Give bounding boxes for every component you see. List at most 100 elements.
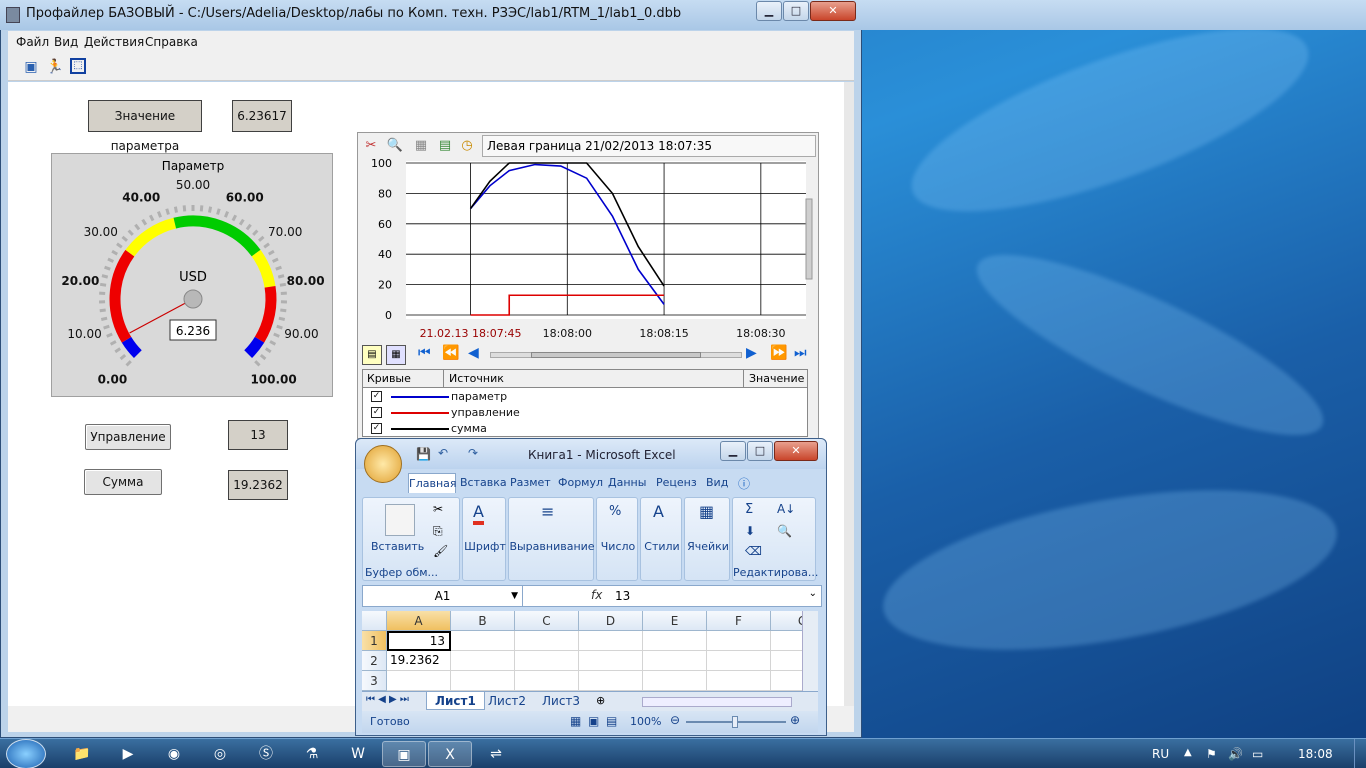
profiler-titlebar[interactable]: Профайлер БАЗОВЫЙ - C:/Users/Adelia/Desk… bbox=[0, 0, 1366, 30]
legend-checkbox[interactable]: ✓ bbox=[371, 423, 382, 434]
help-icon[interactable]: ⓘ bbox=[738, 475, 750, 492]
expand-formula-icon[interactable]: ⌄ bbox=[809, 588, 817, 599]
find-icon[interactable]: 🔍 bbox=[777, 524, 792, 538]
excel-close-button[interactable]: ✕ bbox=[774, 441, 818, 461]
col-header-c[interactable]: C bbox=[515, 611, 579, 631]
excel-titlebar[interactable]: 💾 ↶ ↷ Книга1 - Microsoft Excel ▁ □ ✕ bbox=[356, 439, 826, 483]
tab-data[interactable]: Данны bbox=[608, 473, 646, 493]
redo-icon[interactable]: ↷ bbox=[468, 446, 478, 460]
autosum-icon[interactable]: Σ bbox=[745, 502, 753, 517]
profiler-task-icon[interactable]: ▣ bbox=[382, 741, 426, 767]
tab-layout[interactable]: Размет bbox=[510, 473, 551, 493]
tab-review[interactable]: Реценз bbox=[656, 473, 697, 493]
media-player-icon[interactable]: ▶ bbox=[106, 741, 150, 767]
styles-icon[interactable]: A bbox=[653, 502, 664, 521]
open-book-icon[interactable]: ▣ bbox=[22, 58, 40, 76]
excel-maximize-button[interactable]: □ bbox=[747, 441, 773, 461]
tab-home[interactable]: Главная bbox=[408, 473, 457, 493]
fit-window-icon[interactable]: ⬚ bbox=[70, 58, 86, 74]
grid-off-icon[interactable]: ▦ bbox=[412, 137, 430, 155]
zoom-in-icon[interactable]: ⊕ bbox=[790, 713, 800, 727]
format-painter-icon[interactable]: 🖌 bbox=[433, 544, 448, 558]
skype-icon[interactable]: Ⓢ bbox=[244, 741, 288, 767]
paste-icon[interactable] bbox=[385, 504, 415, 536]
group-styles[interactable]: A Стили bbox=[640, 497, 682, 581]
trend-hscroll-thumb[interactable] bbox=[531, 352, 701, 358]
word-icon[interactable]: W bbox=[336, 741, 380, 767]
control-button[interactable]: Управление bbox=[85, 424, 171, 450]
maximize-button[interactable]: □ bbox=[783, 1, 809, 21]
trend-vscroll[interactable] bbox=[805, 198, 813, 280]
cut-icon[interactable]: ✂ bbox=[433, 502, 443, 516]
view-normal-icon[interactable]: ▦ bbox=[570, 714, 581, 728]
col-header-b[interactable]: B bbox=[451, 611, 515, 631]
cell-a2[interactable]: 19.2362 bbox=[387, 651, 451, 671]
cell-a1[interactable]: 13 bbox=[387, 631, 451, 651]
step-forward-icon[interactable]: ▶ bbox=[746, 345, 757, 361]
group-font[interactable]: A Шрифт bbox=[462, 497, 506, 581]
firefox-icon[interactable]: ◎ bbox=[198, 741, 242, 767]
select-all-corner[interactable] bbox=[362, 611, 387, 631]
rewind-icon[interactable]: ⏪ bbox=[442, 345, 459, 361]
menu-actions[interactable]: Действия bbox=[84, 35, 144, 49]
office-button[interactable] bbox=[364, 445, 402, 483]
fast-forward-icon[interactable]: ⏩ bbox=[770, 345, 787, 361]
clock-icon[interactable]: ◷ bbox=[458, 137, 476, 155]
zoom-icon[interactable]: 🔍 bbox=[386, 137, 404, 155]
last-page-icon[interactable]: ⏭ bbox=[794, 345, 807, 361]
col-header-f[interactable]: F bbox=[707, 611, 771, 631]
fill-icon[interactable]: ⬇ bbox=[745, 524, 755, 538]
volume-icon[interactable]: 🔊 bbox=[1228, 747, 1243, 761]
zoom-slider-thumb[interactable] bbox=[732, 716, 738, 728]
zoom-slider[interactable] bbox=[686, 716, 786, 728]
chrome-icon[interactable]: ◉ bbox=[152, 741, 196, 767]
group-number[interactable]: % Число bbox=[596, 497, 638, 581]
view-page-break-icon[interactable]: ▤ bbox=[606, 714, 617, 728]
legend-checkbox[interactable]: ✓ bbox=[371, 407, 382, 418]
explorer-icon[interactable]: 📁 bbox=[60, 741, 104, 767]
col-header-e[interactable]: E bbox=[643, 611, 707, 631]
percent-icon[interactable]: % bbox=[609, 504, 621, 519]
show-desktop-button[interactable] bbox=[1354, 739, 1366, 768]
close-button[interactable]: ✕ bbox=[810, 1, 856, 21]
menu-help[interactable]: Справка bbox=[145, 35, 198, 49]
sort-filter-icon[interactable]: A↓ bbox=[777, 502, 795, 516]
insert-sheet-icon[interactable]: ⊕ bbox=[596, 694, 605, 707]
view-page-layout-icon[interactable]: ▣ bbox=[588, 714, 599, 728]
legend-checkbox[interactable]: ✓ bbox=[371, 391, 382, 402]
sheet-tab-3[interactable]: Лист3 bbox=[534, 692, 588, 710]
tray-expand-icon[interactable]: ▲ bbox=[1184, 747, 1192, 758]
name-box[interactable]: A1 ▼ bbox=[363, 586, 523, 606]
group-alignment[interactable]: ≡ Выравнивание bbox=[508, 497, 595, 581]
network-icon[interactable]: ▭ bbox=[1252, 747, 1263, 761]
cell-a3[interactable] bbox=[387, 671, 451, 691]
clock[interactable]: 18:08 bbox=[1298, 747, 1333, 761]
row-header-3[interactable]: 3 bbox=[362, 671, 387, 691]
row-header-1[interactable]: 1 bbox=[362, 631, 387, 651]
tab-formulas[interactable]: Формул bbox=[558, 473, 603, 493]
export-icon[interactable]: ▤ bbox=[436, 137, 454, 155]
first-page-icon[interactable]: ⏮ bbox=[418, 345, 431, 361]
excel-vscroll[interactable] bbox=[802, 611, 818, 691]
run-icon[interactable]: 🏃 bbox=[46, 58, 64, 76]
zoom-level[interactable]: 100% bbox=[630, 715, 661, 728]
menu-file[interactable]: Файл bbox=[16, 35, 49, 49]
align-icon[interactable]: ≡ bbox=[541, 502, 554, 521]
table-view-icon[interactable]: ▦ bbox=[386, 345, 406, 365]
sheet-tab-2[interactable]: Лист2 bbox=[480, 692, 534, 710]
font-color-icon[interactable]: A bbox=[473, 502, 484, 525]
sheet-tab-1[interactable]: Лист1 bbox=[426, 692, 485, 710]
trend-hscroll[interactable] bbox=[490, 352, 742, 358]
name-box-dropdown-icon[interactable]: ▼ bbox=[511, 586, 518, 606]
excel-minimize-button[interactable]: ▁ bbox=[720, 441, 746, 461]
formula-input[interactable]: 13 bbox=[615, 589, 630, 603]
tab-insert[interactable]: Вставка bbox=[460, 473, 507, 493]
minimize-button[interactable]: ▁ bbox=[756, 1, 782, 21]
action-center-icon[interactable]: ⚑ bbox=[1206, 747, 1217, 761]
undo-icon[interactable]: ↶ bbox=[438, 446, 448, 460]
empty-cells[interactable] bbox=[451, 631, 814, 691]
clear-icon[interactable]: ⌫ bbox=[745, 544, 762, 558]
sum-button[interactable]: Сумма bbox=[84, 469, 162, 495]
profiler-vertical-scrollbar[interactable] bbox=[844, 82, 854, 706]
language-indicator[interactable]: RU bbox=[1152, 747, 1169, 761]
